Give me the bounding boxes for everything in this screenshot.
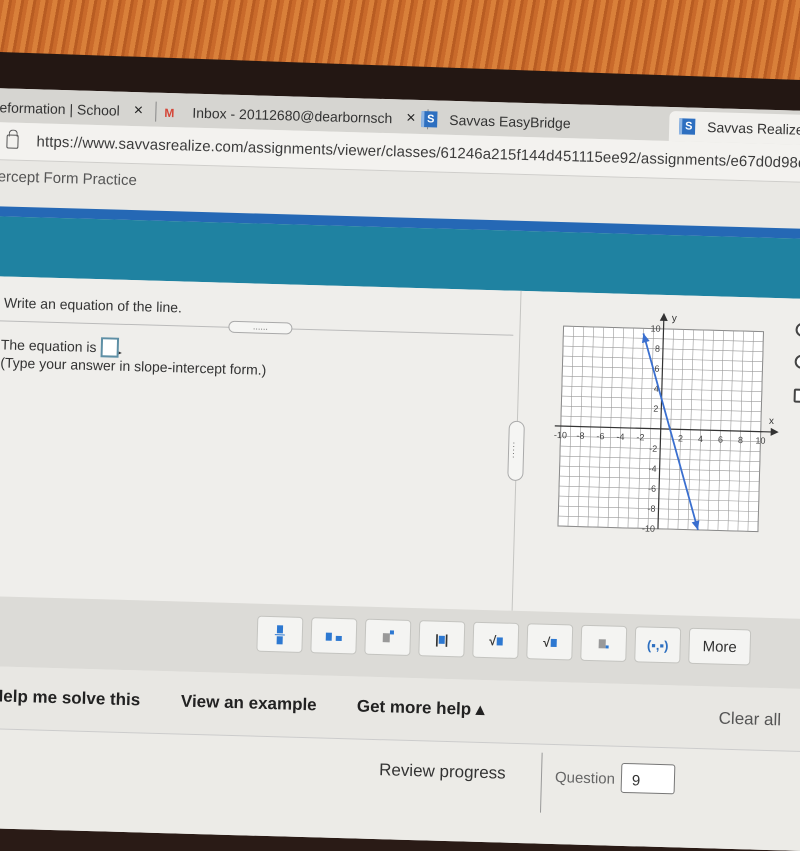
tab-realize[interactable]: S Savvas Realize <box>668 110 800 146</box>
divider-handle[interactable]: ...... <box>228 320 293 335</box>
tab-label: Inbox - 20112680@dearbornsch <box>192 104 393 127</box>
page-title: tercept Form Practice <box>0 168 138 190</box>
zoom-out-icon[interactable] <box>794 354 800 369</box>
y-tick-label: -10 <box>642 523 655 533</box>
x-tick-label: -2 <box>636 432 644 442</box>
lock-icon <box>6 133 19 149</box>
tab-label: Savvas EasyBridge <box>449 111 571 132</box>
footer-divider <box>539 752 543 813</box>
question-prompt: Write an equation of the line. <box>3 294 183 316</box>
savvas-icon: S <box>678 118 696 135</box>
question-panel: Write an equation of the line. ...... Th… <box>0 275 800 620</box>
tab-separator <box>154 101 157 122</box>
review-progress-button[interactable]: Review progress <box>379 760 506 784</box>
tab-label: Savvas Realize <box>706 119 800 138</box>
x-axis-label: x <box>769 416 774 427</box>
zoom-in-icon[interactable] <box>795 322 800 337</box>
question-label: Question <box>554 769 616 788</box>
answer-input[interactable] <box>100 337 119 358</box>
x-tick-label: -8 <box>576 431 584 441</box>
y-tick-label: -4 <box>648 464 656 474</box>
y-tick-label: 2 <box>653 404 658 414</box>
x-tick-label: -10 <box>554 430 567 440</box>
x-tick-label: -4 <box>616 432 624 442</box>
help-me-solve-link[interactable]: Help me solve this <box>0 686 141 710</box>
ordered-pair-button[interactable]: (▪,▪) <box>634 626 682 664</box>
y-tick-label: -2 <box>649 444 657 454</box>
sqrt-icon: √ <box>489 633 503 648</box>
more-button[interactable]: More <box>688 627 752 666</box>
y-tick-label: -8 <box>647 504 655 514</box>
close-icon[interactable]: × <box>406 110 416 128</box>
decimal-icon <box>598 636 609 651</box>
x-tick-label: -6 <box>596 431 604 441</box>
ordered-pair-icon: (▪,▪) <box>646 637 669 653</box>
browser-window: eformation | School × M Inbox - 20112680… <box>0 88 800 851</box>
nth-root-icon: √ <box>543 634 557 649</box>
tab-school[interactable]: eformation | School × <box>0 92 169 127</box>
x-tick-label: 10 <box>755 436 765 446</box>
tab-label: eformation | School <box>0 99 121 119</box>
decimal-button[interactable] <box>580 624 628 662</box>
y-tick-label: 10 <box>650 324 660 334</box>
expand-graph-icon[interactable] <box>793 388 800 403</box>
absolute-value-button[interactable]: | | <box>418 620 466 658</box>
mixed-number-icon <box>325 628 342 643</box>
x-tick-label: 4 <box>698 434 703 444</box>
answer-hint: (Type your answer in slope-intercept for… <box>0 354 267 378</box>
square-root-button[interactable]: √ <box>472 621 520 659</box>
absolute-value-icon: | | <box>434 631 449 647</box>
x-tick-label: 8 <box>738 435 743 445</box>
y-axis-label: y <box>672 313 677 324</box>
y-tick-label: -6 <box>648 484 656 494</box>
splitter-handle[interactable]: ..... <box>507 420 525 482</box>
exponent-button[interactable] <box>364 618 412 656</box>
mixed-number-button[interactable] <box>310 617 358 655</box>
fraction-icon <box>274 624 286 644</box>
x-tick-label: 6 <box>718 434 723 444</box>
nth-root-button[interactable]: √ <box>526 623 574 661</box>
x-tick-label: 2 <box>678 433 683 443</box>
equation-label: The equation is <box>0 336 97 356</box>
gmail-icon: M <box>164 105 175 121</box>
coordinate-graph: xy-10 -8 -6 -4 -2 2 4 6 8 10108642-2-4-6-8-10 <box>554 312 779 534</box>
y-tick-label: 8 <box>655 344 660 354</box>
y-axis-arrow-icon <box>659 312 668 322</box>
view-example-link[interactable]: View an example <box>181 692 317 716</box>
question-number-input[interactable]: 9 <box>620 762 676 795</box>
savvas-icon: S <box>421 111 438 128</box>
exponent-icon <box>382 629 394 645</box>
close-icon[interactable]: × <box>134 102 144 120</box>
x-axis-arrow-icon <box>770 427 779 436</box>
get-more-help-link[interactable]: Get more help ▴ <box>357 696 485 720</box>
clear-all-button[interactable]: Clear all <box>718 709 781 731</box>
fraction-button[interactable] <box>256 615 304 653</box>
